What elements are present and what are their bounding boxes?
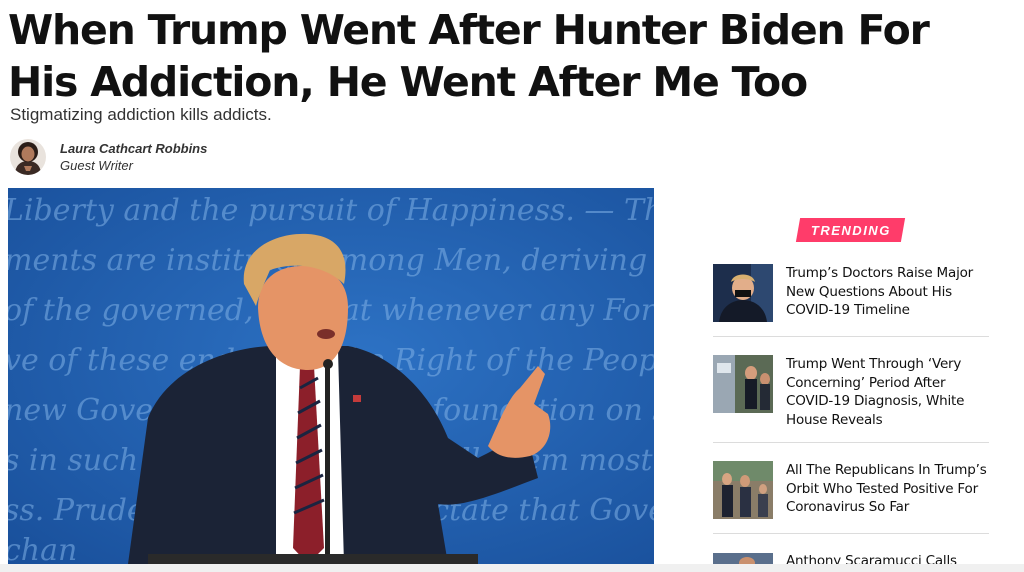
trending-title[interactable]: Anthony Scaramucci Calls [786, 552, 989, 564]
trending-thumbnail[interactable] [713, 264, 773, 322]
article-dek: Stigmatizing addiction kills addicts. [10, 105, 272, 124]
trending-thumbnail[interactable] [713, 461, 773, 519]
trending-item[interactable]: Trump Went Through ‘Very Concerning’ Per… [713, 355, 989, 431]
trending-photo [713, 461, 773, 519]
trending-item[interactable]: Trump’s Doctors Raise Major New Question… [713, 264, 989, 324]
trending-photo [713, 355, 773, 413]
horizontal-scrollbar[interactable] [0, 564, 1024, 572]
trending-divider [713, 442, 989, 443]
author-role: Guest Writer [60, 158, 133, 173]
trending-title[interactable]: All The Republicans In Trump’s Orbit Who… [786, 461, 991, 517]
author-name[interactable]: Laura Cathcart Robbins [60, 140, 207, 157]
trending-photo [713, 264, 773, 322]
backdrop-text-line: chan [8, 533, 77, 564]
trending-title[interactable]: Trump’s Doctors Raise Major New Question… [786, 264, 991, 320]
hero-photo: Liberty and the pursuit of Happiness. — … [8, 188, 654, 564]
backdrop-text-line: Liberty and the pursuit of Happiness. — … [8, 193, 654, 228]
author-photo-icon [10, 139, 46, 175]
byline: Laura Cathcart Robbins Guest Writer [10, 138, 207, 176]
author-avatar[interactable] [10, 139, 46, 175]
trending-photo [713, 553, 773, 564]
trending-title[interactable]: Trump Went Through ‘Very Concerning’ Per… [786, 355, 991, 429]
trending-divider [713, 336, 989, 337]
trending-label: TRENDING [810, 222, 891, 238]
trending-item[interactable]: All The Republicans In Trump’s Orbit Who… [713, 461, 989, 521]
article-headline: When Trump Went After Hunter Biden For H… [8, 6, 930, 106]
trending-item[interactable]: Anthony Scaramucci Calls [713, 552, 989, 564]
hero-image: Liberty and the pursuit of Happiness. — … [8, 188, 654, 564]
trending-thumbnail[interactable] [713, 355, 773, 413]
trending-thumbnail[interactable] [713, 552, 773, 564]
trending-divider [713, 533, 989, 534]
trending-badge: TRENDING [795, 218, 906, 242]
microphone-stand [325, 366, 330, 556]
